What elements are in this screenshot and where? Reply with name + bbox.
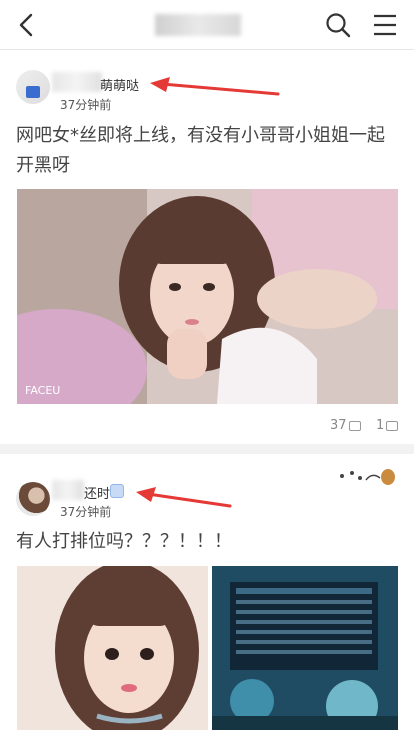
post-card[interactable]: 还时 37分钟前 有人打排位吗？？？！！！ [0,454,414,730]
comment-count[interactable]: 1 [376,418,399,433]
level-badge-icon [110,484,124,498]
image-watermark: FACEU [25,384,60,397]
author-name-blur [52,480,84,500]
search-icon[interactable] [325,12,351,38]
post-card[interactable]: 萌萌哒 37分钟前 网吧女*丝即将上线，有没有小哥哥小姐姐一起开黑呀 FACEU… [0,58,414,444]
post-stats: 37 1 [0,418,414,438]
game-screenshot-image[interactable] [212,566,398,730]
arrow-annotation-icon [136,487,232,508]
like-icon [348,420,361,431]
post-divider [0,444,414,454]
top-nav-bar [0,0,414,50]
avatar[interactable] [16,482,50,516]
author-name[interactable]: 还时 [84,483,110,502]
chevron-left-icon[interactable] [14,12,40,38]
post-image[interactable] [17,566,208,730]
post-text[interactable]: 有人打排位吗？？？！！！ [16,527,398,557]
avatar[interactable] [16,70,50,104]
post-text[interactable]: 网吧女*丝即将上线，有没有小哥哥小姐姐一起开黑呀 [16,121,398,181]
comment-icon [386,420,399,431]
menu-icon[interactable] [372,12,398,38]
page-title [155,14,241,36]
post-time: 37分钟前 [60,98,112,112]
author-name-blur [52,72,102,92]
post-image[interactable]: FACEU [17,189,398,404]
title-blur [155,14,241,36]
comment-count-value: 1 [376,418,385,433]
game-scoreboard-illustration [212,566,398,730]
decorative-sticker-icon [340,469,395,485]
author-name[interactable]: 萌萌哒 [100,75,139,94]
like-count[interactable]: 37 [330,418,361,433]
portrait-illustration [17,566,208,730]
portrait-illustration: FACEU [17,189,398,404]
post-time: 37分钟前 [60,505,112,519]
arrow-annotation-icon [150,77,280,96]
like-count-value: 37 [330,418,347,433]
